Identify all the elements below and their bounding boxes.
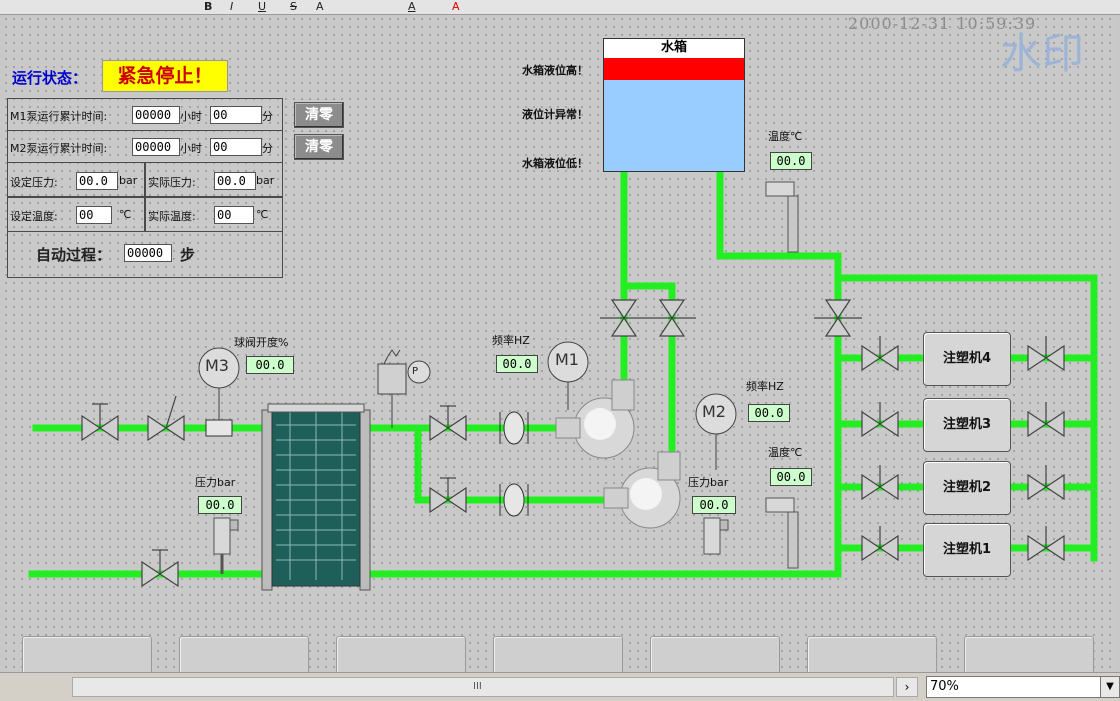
m2-hours-unit: 小时 xyxy=(180,142,202,155)
set-temp-unit: ℃ xyxy=(119,208,132,221)
motor-m3-label: M3 xyxy=(205,356,229,375)
heat-exchanger-icon xyxy=(261,403,371,591)
nav-report-button[interactable] xyxy=(179,636,309,676)
tank-water-level xyxy=(604,80,744,171)
clear-m2-button[interactable]: 清零 xyxy=(294,134,344,160)
inlet-pressure-value: 00.0 xyxy=(198,496,242,514)
status-bar: III › 70% ▼ xyxy=(0,672,1120,701)
pump2-icon[interactable] xyxy=(603,451,681,529)
m1-minutes-unit: 分 xyxy=(262,110,273,123)
motor-m2-label: M2 xyxy=(702,402,726,421)
m1-runtime-label: M1泵运行累计时间: xyxy=(10,110,108,123)
machine3-valve-in xyxy=(861,402,899,438)
watermark-text: 水印 xyxy=(1000,29,1085,78)
temp2-label: 温度℃ xyxy=(768,446,803,459)
status-badge: 紧急停止！ xyxy=(102,60,228,92)
nav-home-button[interactable] xyxy=(22,636,152,676)
m2-runtime-label: M2泵运行累计时间: xyxy=(10,142,108,155)
ball-valve-body xyxy=(205,419,233,437)
relief-valve-icon xyxy=(377,363,407,395)
set-temp-field[interactable]: 00 xyxy=(76,206,112,224)
actual-temp-label: 实际温度: xyxy=(148,210,196,223)
zoom-select[interactable]: 70% xyxy=(926,676,1103,698)
tank-high-label: 水箱液位高！ xyxy=(522,64,588,77)
machine4-valve-out xyxy=(1027,336,1065,372)
pressure-switch-label: P xyxy=(412,366,419,377)
m2-minutes-unit: 分 xyxy=(262,142,273,155)
scroll-thumb[interactable]: III xyxy=(473,681,482,692)
tank-fault-label: 液位计异常！ xyxy=(522,108,588,121)
nav-trend1-button[interactable] xyxy=(336,636,466,676)
set-pressure-unit: bar xyxy=(119,174,138,187)
nav-back-button[interactable] xyxy=(807,636,937,676)
nav-trend2-button[interactable] xyxy=(493,636,623,676)
set-temp-label: 设定温度: xyxy=(10,210,58,223)
actual-temp-unit: ℃ xyxy=(256,208,269,221)
m1-minutes-field[interactable]: 00 xyxy=(210,106,262,124)
m2-minutes-field[interactable]: 00 xyxy=(210,138,262,156)
machine1-valve-out xyxy=(1027,526,1065,562)
machine1-valve-in xyxy=(861,526,899,562)
auto-process-label: 自动过程： xyxy=(36,246,112,264)
ball-valve-opening-label: 球阀开度% xyxy=(234,336,289,349)
tank-title: 水箱 xyxy=(660,40,687,55)
inlet-pressure-label: 压力bar xyxy=(195,476,236,489)
inlet-valve[interactable] xyxy=(81,403,119,442)
outlet-pressure-value: 00.0 xyxy=(692,496,736,514)
machine4-valve-in xyxy=(861,336,899,372)
injection-machine-2[interactable]: 注塑机2 xyxy=(923,461,1011,515)
zoom-dropdown-chevron-icon[interactable]: ▼ xyxy=(1100,676,1120,698)
injection-machine-3[interactable]: 注塑机3 xyxy=(923,398,1011,452)
m1-hours-field[interactable]: 00000 xyxy=(132,106,180,124)
machine2-valve-in xyxy=(861,465,899,501)
pump2-inlet-valve[interactable] xyxy=(429,477,467,514)
pump1-frequency-value: 00.0 xyxy=(496,355,538,373)
nav-device-button[interactable] xyxy=(650,636,780,676)
set-pressure-field[interactable]: 00.0 xyxy=(76,172,118,190)
temp1-value: 00.0 xyxy=(770,152,812,170)
injection-machine-1[interactable]: 注塑机1 xyxy=(923,523,1011,577)
actual-pressure-unit: bar xyxy=(256,174,275,187)
temperature-sensor-1-icon xyxy=(765,181,799,253)
outlet-pressure-label: 压力bar xyxy=(688,476,729,489)
machine2-valve-out xyxy=(1027,465,1065,501)
pressure-transmitter-in-icon xyxy=(213,517,239,574)
temperature-sensor-2-icon xyxy=(765,497,799,569)
horizontal-scrollbar[interactable]: III xyxy=(72,677,894,697)
auto-step-unit: 步 xyxy=(180,246,196,264)
water-tank: 水箱 xyxy=(603,38,745,172)
actual-pressure-label: 实际压力: xyxy=(148,176,196,189)
tank-valve-2[interactable] xyxy=(648,299,696,337)
pump2-frequency-label: 频率HZ xyxy=(746,380,784,393)
pump2-frequency-value: 00.0 xyxy=(748,404,790,422)
tank-low-label: 水箱液位低！ xyxy=(522,157,588,170)
tank-high-indicator xyxy=(604,58,744,80)
scroll-right-arrow-icon[interactable]: › xyxy=(896,677,918,697)
m2-hours-field[interactable]: 00000 xyxy=(132,138,180,156)
temp1-label: 温度℃ xyxy=(768,130,803,143)
status-label: 运行状态： xyxy=(12,69,88,87)
pressure-transmitter-out-icon xyxy=(703,517,729,555)
navigation-bar xyxy=(2,632,1116,676)
ball-valve-opening-value: 00.0 xyxy=(246,356,294,374)
temp2-value: 00.0 xyxy=(770,468,812,486)
set-pressure-label: 设定压力: xyxy=(10,176,58,189)
pump1-frequency-label: 频率HZ xyxy=(492,334,530,347)
motor-m1-label: M1 xyxy=(555,350,579,369)
nav-main-button[interactable] xyxy=(964,636,1094,676)
pump1-inlet-valve[interactable] xyxy=(429,405,467,442)
actual-pressure-field: 00.0 xyxy=(214,172,256,190)
actual-temp-field: 00 xyxy=(214,206,254,224)
main-valve[interactable] xyxy=(814,299,862,337)
tank-valve-1[interactable] xyxy=(600,299,648,337)
injection-machine-4[interactable]: 注塑机4 xyxy=(923,332,1011,386)
bottom-valve[interactable] xyxy=(141,549,179,588)
machine3-valve-out xyxy=(1027,402,1065,438)
clear-m1-button[interactable]: 清零 xyxy=(294,102,344,128)
auto-step-field: 00000 xyxy=(124,244,172,262)
m1-hours-unit: 小时 xyxy=(180,110,202,123)
check-valve[interactable] xyxy=(147,395,185,442)
